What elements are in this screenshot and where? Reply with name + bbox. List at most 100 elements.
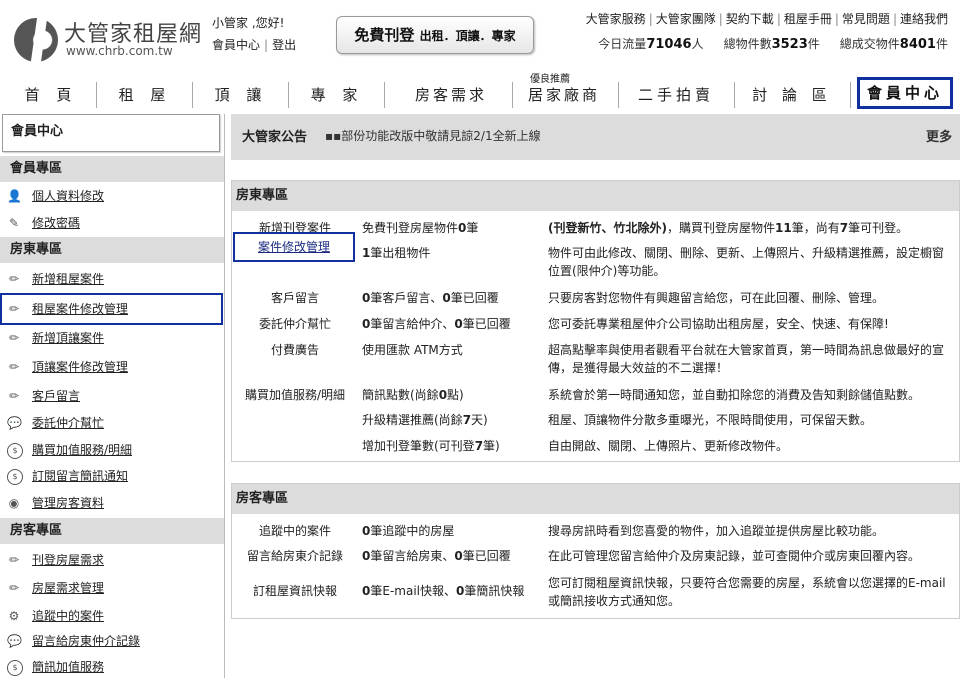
sidebar-item-add-rental[interactable]: ✏ 新增租屋案件 [0, 266, 224, 292]
sidebar-item-buy-services[interactable]: $ 購買加值服務/明細 [0, 437, 224, 463]
row-desc: 超高點擊率與使用者觀看平台就在大管家首頁，第一時間為訊息做最好的宣傳，是獲得最大… [548, 343, 945, 375]
row-status: 增加刊登筆數(可刊登7筆) [362, 439, 500, 453]
stat-today-unit: 人 [691, 37, 704, 51]
tenant-panel-title: 房客專區 [232, 484, 959, 514]
sidebar-item-sms-subscribe[interactable]: $ 訂閱留言簡訊通知 [0, 463, 224, 489]
row-desc: 系統會於第一時間通知您，並自動扣除您的消費及告知剩餘儲值點數。 [548, 388, 921, 402]
row-status: 簡訊點數(尚餘0點) [362, 388, 464, 402]
nav-tenant-demand[interactable]: 房客需求 [396, 82, 506, 108]
row-name[interactable]: 付費廣告 [232, 341, 358, 359]
row-status: 0筆E-mail快報、0筆簡訊快報 [362, 584, 525, 598]
sidebar-item-add-transfer[interactable]: ✏ 新增頂讓案件 [0, 325, 224, 351]
top-link-contract[interactable]: 契約下載 [726, 12, 774, 26]
sidebar-title: 會員中心 [2, 114, 220, 152]
stat-today-label: 今日流量 [598, 37, 647, 51]
sidebar-item-label[interactable]: 刊登房屋需求 [32, 553, 104, 567]
stat-objects-unit: 件 [807, 37, 820, 51]
sidebar-item-label[interactable]: 留言給房東仲介記錄 [32, 634, 140, 648]
sidebar-item-label[interactable]: 追蹤中的案件 [32, 609, 104, 623]
sidebar-item-message-log[interactable]: 💬 留言給房東仲介記錄 [0, 628, 224, 654]
chat-icon: 💬 [7, 416, 22, 430]
row-desc: 租屋、頂讓物件分散多重曝光，不限時間使用，可保留天數。 [548, 413, 873, 427]
sidebar-item-label[interactable]: 簡訊加值服務 [32, 660, 104, 674]
pencil-icon: ✏ [8, 331, 20, 345]
case-manage-link[interactable]: 案件修改管理 [235, 234, 353, 260]
sidebar-item-label[interactable]: 購買加值服務/明細 [32, 443, 132, 457]
nav-second-hand[interactable]: 二手拍賣 [626, 82, 726, 108]
sidebar-item-label[interactable]: 修改密碼 [32, 216, 80, 230]
row-status: 0筆留言給房東、0筆已回覆 [362, 549, 511, 563]
sidebar-item-label[interactable]: 客戶留言 [32, 389, 80, 403]
sidebar-item-label[interactable]: 委託仲介幫忙 [32, 416, 104, 430]
user-box: 小管家 ,您好! 會員中心 | 登出 [212, 12, 296, 56]
tenant-panel: 房客專區 追蹤中的案件 0筆追蹤中的房屋 搜尋房訊時看到您喜愛的物件，加入追蹤並… [231, 483, 960, 619]
sidebar-section-tenant: 房客專區 [0, 518, 224, 544]
sidebar-item-post-demand[interactable]: ✏ 刊登房屋需求 [0, 547, 224, 573]
sidebar-item-sms-service[interactable]: $ 簡訊加值服務 [0, 654, 224, 680]
sidebar-item-agent-help[interactable]: 💬 委託仲介幫忙 [0, 410, 224, 436]
sidebar-item-label[interactable]: 管理房客資料 [32, 496, 104, 510]
row-name[interactable]: 客戶留言 [232, 289, 358, 307]
sidebar-item-client-messages[interactable]: ✏ 客戶留言 [0, 383, 224, 409]
row-name[interactable]: 委託仲介幫忙 [232, 315, 358, 333]
sidebar-item-label[interactable]: 房屋需求管理 [32, 581, 104, 595]
sidebar-item-tenant-data[interactable]: ◉ 管理房客資料 [0, 490, 224, 516]
announcement-bar: 大管家公告 ▪▪部份功能改版中敬請見諒2/1全新上線 更多 [231, 114, 960, 160]
main-nav: 首 頁 租 屋 頂 讓 專 家 房客需求 優良推薦 居家廠商 二手拍賣 討 論 … [0, 72, 960, 114]
pencil-icon: ✏ [8, 360, 20, 374]
site-logo[interactable]: 大管家租屋網 www.chrb.com.tw [12, 12, 208, 62]
member-center-link[interactable]: 會員中心 [212, 38, 260, 52]
announcement-more-link[interactable]: 更多 [926, 126, 952, 145]
logo-mark-icon [14, 18, 58, 62]
nav-expert[interactable]: 專 家 [294, 82, 380, 108]
row-name[interactable]: 追蹤中的案件 [232, 522, 358, 540]
row-desc: 只要房客對您物件有興趣留言給您，可在此回覆、刪除、管理。 [548, 291, 885, 305]
sidebar-item-profile-edit[interactable]: 👤 個人資料修改 [0, 183, 224, 209]
sidebar-item-label[interactable]: 新增租屋案件 [32, 272, 104, 286]
sidebar-item-label[interactable]: 新增頂讓案件 [32, 331, 104, 345]
announcement-text[interactable]: ▪▪部份功能改版中敬請見諒2/1全新上線 [325, 127, 541, 144]
nav-forum[interactable]: 討 論 區 [742, 82, 842, 108]
top-link-faq[interactable]: 常見問題 [842, 12, 890, 26]
header: 大管家租屋網 www.chrb.com.tw 小管家 ,您好! 會員中心 | 登出 … [0, 0, 960, 72]
top-link-service[interactable]: 大管家服務 [586, 12, 646, 26]
top-links: 大管家服務 | 大管家團隊 | 契約下載 | 租屋手冊 | 常見問題 | 連絡我們 [585, 12, 948, 26]
sidebar-item-label[interactable]: 個人資料修改 [32, 189, 104, 203]
top-link-handbook[interactable]: 租屋手冊 [784, 12, 832, 26]
row-status: 0筆客戶留言、0筆已回覆 [362, 291, 499, 305]
note-icon: ✎ [8, 216, 20, 230]
top-link-team[interactable]: 大管家團隊 [656, 12, 716, 26]
eye-icon: ◉ [8, 496, 20, 510]
sidebar-item-transfer-manage[interactable]: ✏ 頂讓案件修改管理 [0, 354, 224, 380]
nav-transfer[interactable]: 頂 讓 [198, 82, 284, 108]
free-listing-button[interactable]: 免費刊登 出租．頂讓．專家 [336, 16, 534, 54]
sidebar-item-demand-manage[interactable]: ✏ 房屋需求管理 [0, 575, 224, 601]
row-name[interactable]: 留言給房東介記錄 [232, 547, 358, 565]
top-link-contact[interactable]: 連絡我們 [900, 12, 948, 26]
stat-today-value: 71046 [646, 37, 692, 52]
sidebar-item-label[interactable]: 訂閱留言簡訊通知 [32, 469, 128, 483]
sidebar-item-tracked-cases[interactable]: ⚙ 追蹤中的案件 [0, 603, 224, 629]
pencil-icon: ✏ [8, 389, 20, 403]
row-name[interactable]: 購買加值服務/明細 [232, 386, 358, 404]
nav-member-center[interactable]: 會員中心 [857, 77, 953, 109]
nav-rent[interactable]: 租 屋 [102, 82, 188, 108]
landlord-panel-title: 房東專區 [232, 181, 959, 211]
nav-home[interactable]: 首 頁 [8, 82, 94, 108]
sidebar: 會員中心 會員專區 👤 個人資料修改 ✎ 修改密碼 房東專區 ✏ 新增租屋案件 … [0, 114, 225, 678]
sidebar-item-label[interactable]: 頂讓案件修改管理 [32, 360, 128, 374]
sidebar-item-change-password[interactable]: ✎ 修改密碼 [0, 210, 224, 236]
row-name[interactable]: 訂租屋資訊快報 [232, 582, 358, 600]
logout-link[interactable]: 登出 [272, 38, 296, 52]
user-edit-icon: 👤 [7, 189, 22, 203]
sidebar-item-label[interactable]: 租屋案件修改管理 [32, 302, 128, 316]
pencil-icon: ✏ [8, 553, 20, 567]
chat-icon: 💬 [7, 634, 22, 648]
nav-home-vendors[interactable]: 居家廠商 [514, 82, 614, 108]
row-status: 0筆留言給仲介、0筆已回覆 [362, 317, 511, 331]
pencil-icon: ✏ [8, 581, 20, 595]
coin-icon: $ [7, 443, 23, 459]
promo-sub-label: 出租．頂讓．專家 [419, 29, 516, 43]
case-manage-highlight[interactable]: 案件修改管理 [233, 232, 355, 262]
sidebar-item-rental-manage[interactable]: ✏ 租屋案件修改管理 [0, 296, 224, 322]
